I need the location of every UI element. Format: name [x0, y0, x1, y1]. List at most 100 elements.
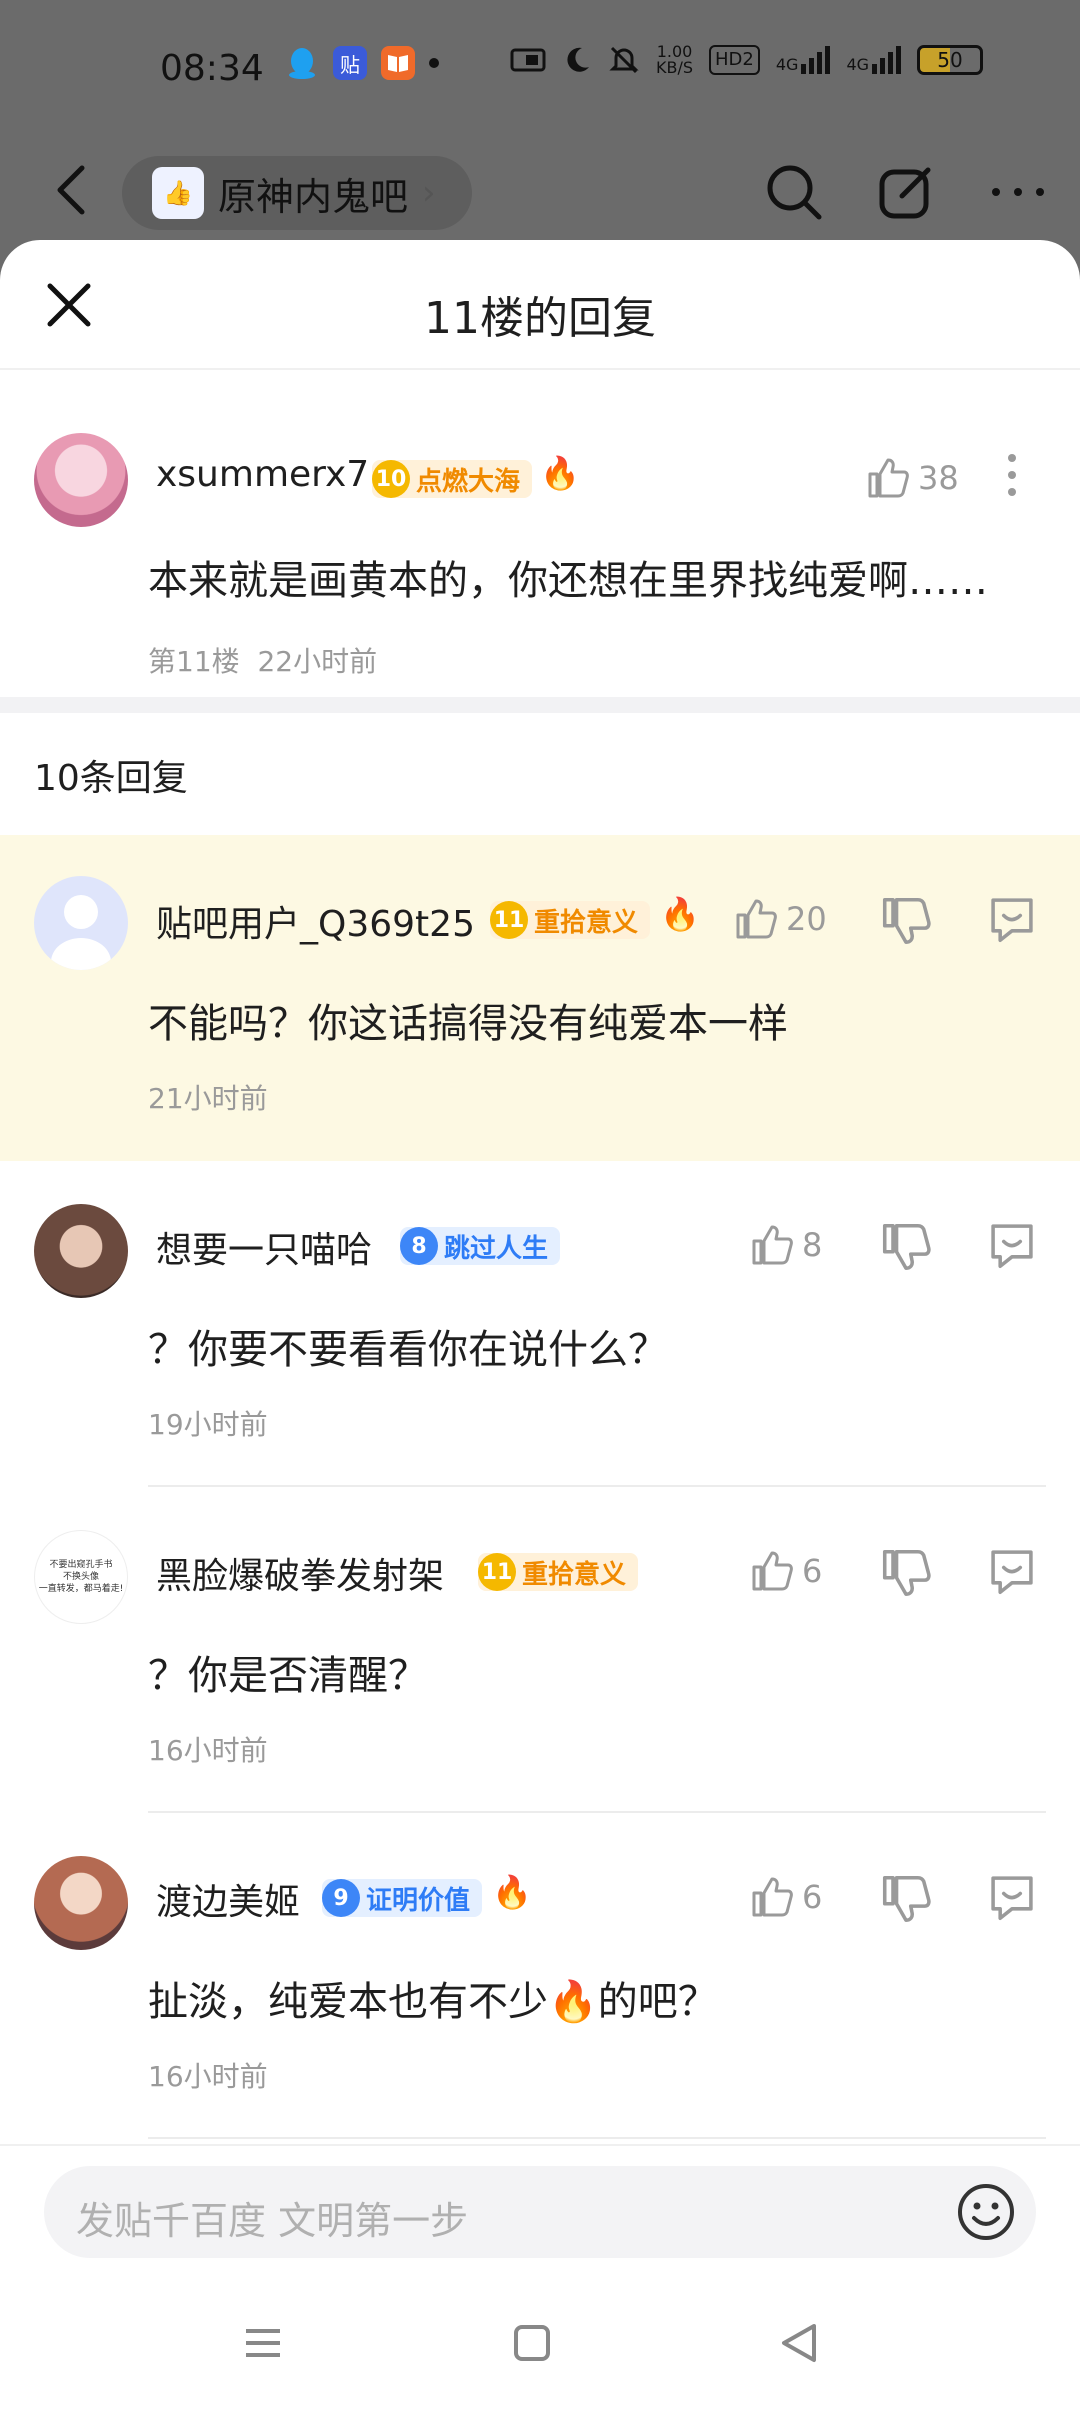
fire-icon: 🔥 [660, 895, 700, 933]
dot-icon [429, 58, 439, 68]
vertical-dots-icon [1008, 454, 1016, 496]
signal-1: 4G [776, 46, 831, 74]
thumbs-down-icon[interactable] [880, 1221, 932, 1273]
thumbs-up-icon [752, 1225, 793, 1265]
more-button[interactable] [986, 160, 1050, 224]
main-post: xsummerx7 10 点燃大海 🔥 38 本来就是画黄本的，你还想在里界找纯… [0, 370, 1080, 697]
reply-time: 16小时前 [148, 1734, 268, 1767]
back-triangle-icon[interactable] [774, 2318, 824, 2368]
level-badge: 9 证明价值 [322, 1879, 483, 1917]
level-number: 11 [490, 901, 528, 939]
mute-icon [609, 46, 639, 74]
reply-item: 贴吧用户_Q369t25 11 重拾意义 🔥 20 不能吗？你这话搞得没有纯爱本… [0, 835, 1080, 1161]
more-options-button[interactable] [1000, 450, 1024, 504]
level-title: 重拾意义 [522, 1559, 627, 1590]
reply-item: 渡边美姬 9 证明价值 🔥 6 扯淡，纯爱本也有不少🔥的吧？ 16小时前 [0, 1813, 1080, 2139]
reply-time: 19小时前 [148, 1408, 268, 1441]
signal-1-label: 4G [775, 55, 799, 74]
signal-2-label: 4G [846, 55, 870, 74]
emoji-icon[interactable] [956, 2182, 1016, 2242]
floor-number: 第11楼 [148, 645, 240, 678]
reply-item: 想要一只喵哈 8 跳过人生 8 ？你要不要看看你在说什么？ 19小时前 [0, 1161, 1080, 1487]
top-nav: 👍 原神内鬼吧 › [0, 140, 1080, 250]
moon-icon [567, 47, 589, 72]
edit-icon [879, 167, 931, 219]
like-count: 6 [802, 1878, 823, 1916]
forum-pill[interactable]: 👍 原神内鬼吧 › [122, 156, 472, 230]
thumbs-down-icon[interactable] [880, 895, 932, 947]
like-button[interactable]: 6 [750, 1549, 822, 1593]
fire-icon: 🔥 [492, 1873, 532, 1911]
chevron-right-icon: › [422, 173, 436, 213]
reply-content: ？你是否清醒？ [148, 1653, 428, 1699]
thumbs-up-icon [752, 1551, 793, 1591]
thumbs-down-icon[interactable] [880, 1547, 932, 1599]
notification-icons: 贴 [285, 46, 439, 80]
sheet-header: 11楼的回复 [0, 240, 1080, 370]
like-count: 8 [802, 1226, 823, 1264]
username[interactable]: 黑脸爆破拳发射架 [156, 1547, 444, 1599]
username[interactable]: 想要一只喵哈 [156, 1221, 372, 1273]
avatar[interactable] [34, 1856, 128, 1950]
level-number: 9 [322, 1879, 360, 1917]
status-time: 08:34 [160, 48, 264, 89]
back-button[interactable] [44, 160, 104, 220]
net-speed: 1.00 KB/S [656, 42, 694, 77]
reply-time: 21小时前 [148, 1082, 268, 1115]
like-button[interactable]: 6 [750, 1875, 822, 1919]
post-content: 本来就是画黄本的，你还想在里界找纯爱啊…… [148, 558, 988, 604]
system-nav-bar [0, 2274, 1080, 2412]
reply-input[interactable]: 发贴千百度 文明第一步 [44, 2166, 1036, 2258]
level-title: 点燃大海 [416, 466, 521, 497]
like-button[interactable]: 20 [734, 897, 827, 941]
avatar-text: 不要出窥孔手书 不换头像 一直转发，都马着走! [38, 1560, 124, 1594]
more-dots-icon [992, 188, 1044, 196]
reply-sheet: 11楼的回复 xsummerx7 10 点燃大海 🔥 38 本来就是画黄本的，你… [0, 240, 1080, 2412]
avatar[interactable] [34, 1204, 128, 1298]
level-title: 证明价值 [366, 1885, 471, 1916]
like-button[interactable]: 8 [750, 1223, 822, 1267]
search-button[interactable] [762, 160, 826, 224]
section-gap [0, 697, 1080, 713]
sheet-title: 11楼的回复 [424, 293, 656, 344]
thumbs-up-icon [868, 458, 909, 498]
tieba-icon: 贴 [333, 46, 367, 80]
avatar[interactable] [34, 433, 128, 527]
nfc-icon [510, 48, 546, 72]
home-icon[interactable] [507, 2318, 557, 2368]
reply-count: 10条回复 [34, 758, 188, 799]
default-avatar-icon [51, 895, 111, 970]
book-icon [381, 46, 415, 80]
reply-content: 扯淡，纯爱本也有不少🔥的吧？ [148, 1979, 718, 2025]
username[interactable]: xsummerx7 [156, 454, 369, 495]
menu-icon[interactable] [238, 2318, 288, 2368]
qq-icon [285, 46, 319, 80]
avatar[interactable]: 不要出窥孔手书 不换头像 一直转发，都马着走! [34, 1530, 128, 1624]
battery-indicator: 50 [917, 45, 984, 75]
forum-logo-icon: 👍 [152, 167, 204, 219]
like-count: 38 [918, 459, 959, 497]
post-time: 22小时前 [257, 645, 378, 678]
level-badge: 10 点燃大海 [372, 460, 533, 498]
reply-input-bar: 发贴千百度 文明第一步 [0, 2144, 1080, 2274]
thumbs-down-icon[interactable] [880, 1873, 932, 1925]
like-button[interactable]: 38 [866, 456, 959, 500]
avatar[interactable] [34, 876, 128, 970]
level-badge: 11 重拾意义 [490, 901, 651, 939]
thumbs-up-icon [752, 1877, 793, 1917]
system-indicators: 1.00 KB/S HD2 4G 4G 50 [510, 42, 984, 77]
comment-icon[interactable] [986, 1871, 1038, 1923]
reply-time: 16小时前 [148, 2060, 268, 2093]
username[interactable]: 渡边美姬 [156, 1873, 300, 1925]
level-title: 重拾意义 [534, 907, 639, 938]
fire-icon: 🔥 [540, 454, 580, 492]
comment-icon[interactable] [986, 1219, 1038, 1271]
comment-icon[interactable] [986, 1545, 1038, 1597]
level-number: 11 [478, 1553, 516, 1591]
comment-icon[interactable] [986, 893, 1038, 945]
username[interactable]: 贴吧用户_Q369t25 [156, 895, 475, 947]
edit-button[interactable] [874, 160, 938, 224]
signal-2: 4G [846, 46, 902, 74]
input-placeholder: 发贴千百度 文明第一步 [76, 2199, 469, 2243]
divider [148, 2137, 1046, 2139]
